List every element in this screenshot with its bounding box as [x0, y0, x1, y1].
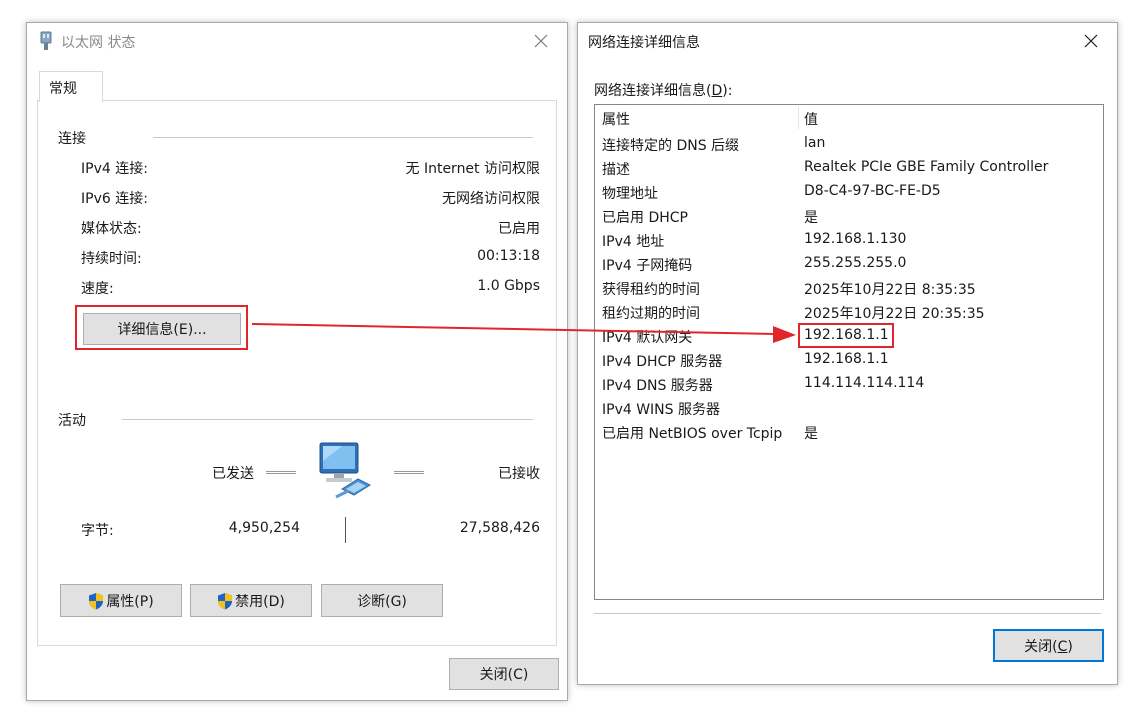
bytes-divider [345, 517, 346, 543]
list-item-value: 192.168.1.1 [804, 351, 889, 367]
list-item-property: IPv4 子网掩码 [602, 258, 693, 274]
list-item-property: IPv4 DNS 服务器 [602, 378, 713, 394]
duration-label: 持续时间: [81, 251, 142, 267]
list-item[interactable]: 获得租约的时间 2025年10月22日 8:35:35 [595, 275, 1103, 299]
uac-shield-icon [218, 592, 233, 609]
list-item-property: 描述 [602, 162, 630, 178]
details-separator [594, 613, 1101, 614]
speed-label: 速度: [81, 281, 114, 297]
column-divider[interactable] [798, 107, 799, 129]
list-item-property: IPv4 默认网关 [602, 330, 693, 346]
bytes-label: 字节: [81, 523, 114, 539]
status-close-button[interactable]: 关闭(C) [449, 658, 559, 690]
activity-group-label: 活动 [58, 413, 86, 429]
connection-group-label: 连接 [58, 131, 86, 147]
list-item[interactable]: IPv4 DHCP 服务器 192.168.1.1 [595, 347, 1103, 371]
list-item[interactable]: 已启用 NetBIOS over Tcpip 是 [595, 419, 1103, 443]
ipv4-connectivity-label: IPv4 连接: [81, 161, 148, 177]
status-close-button-label: 关闭(C) [479, 667, 529, 683]
list-item-value: 255.255.255.0 [804, 255, 907, 271]
column-header-property[interactable]: 属性 [602, 109, 630, 129]
ethernet-status-window: 以太网 状态 常规 连接 IPv4 连接: 无 Internet 访问权限 IP… [26, 22, 568, 701]
diagnose-button-label: 诊断(G) [357, 593, 407, 610]
duration-value: 00:13:18 [477, 248, 540, 264]
list-item-property: 已启用 NetBIOS over Tcpip [602, 426, 783, 442]
list-item-value: Realtek PCIe GBE Family Controller [804, 159, 1049, 175]
list-item[interactable]: 连接特定的 DNS 后缀 lan [595, 131, 1103, 155]
window-title: 以太网 状态 [61, 35, 136, 51]
bytes-received-value: 27,588,426 [459, 520, 540, 536]
ipv4-connectivity-value: 无 Internet 访问权限 [405, 161, 541, 177]
title-bar[interactable]: 以太网 状态 [27, 23, 567, 59]
list-item-property: 租约过期的时间 [602, 306, 700, 322]
uac-shield-icon [89, 592, 104, 609]
column-header-value[interactable]: 值 [804, 109, 818, 129]
list-item-value: 114.114.114.114 [804, 375, 925, 391]
network-computer-icon [312, 441, 376, 503]
diagnose-button[interactable]: 诊断(G) [321, 584, 443, 617]
details-list-view[interactable]: 属性 值 连接特定的 DNS 后缀 lan 描述 Realtek PCIe GBE F… [594, 104, 1104, 600]
details-list-label: 网络连接详细信息(D): [594, 83, 733, 99]
media-state-label: 媒体状态: [81, 221, 142, 237]
close-icon[interactable] [519, 23, 563, 59]
disable-button[interactable]: 禁用(D) [190, 584, 312, 617]
list-item[interactable]: 物理地址 D8-C4-97-BC-FE-D5 [595, 179, 1103, 203]
details-button-highlight [75, 305, 248, 350]
list-item[interactable]: IPv4 DNS 服务器 114.114.114.114 [595, 371, 1103, 395]
details-close-button[interactable]: 关闭(C) [993, 629, 1104, 662]
list-item-property: 连接特定的 DNS 后缀 [602, 138, 740, 154]
properties-button[interactable]: 属性(P) [60, 584, 182, 617]
received-label: 已接收 [498, 466, 540, 482]
list-item-value: lan [804, 135, 826, 151]
list-item-value: 是 [804, 210, 818, 226]
list-item-value: 2025年10月22日 8:35:35 [804, 282, 976, 298]
activity-group-divider [122, 419, 533, 420]
tab-general-label: 常规 [49, 81, 77, 97]
speed-value: 1.0 Gbps [477, 278, 540, 294]
list-item[interactable]: IPv4 子网掩码 255.255.255.0 [595, 251, 1103, 275]
list-item[interactable]: 租约过期的时间 2025年10月22日 20:35:35 [595, 299, 1103, 323]
list-item-property: IPv4 地址 [602, 234, 665, 250]
list-item-property: IPv4 WINS 服务器 [602, 402, 720, 418]
disable-button-label: 禁用(D) [235, 593, 285, 610]
list-item[interactable]: IPv4 WINS 服务器 [595, 395, 1103, 419]
list-item[interactable]: IPv4 地址 192.168.1.130 [595, 227, 1103, 251]
list-item-value: D8-C4-97-BC-FE-D5 [804, 183, 941, 199]
details-close-button-label: 关闭(C) [1024, 638, 1073, 655]
bytes-sent-value: 4,950,254 [228, 520, 300, 536]
general-tab-panel: 连接 IPv4 连接: 无 Internet 访问权限 IPv6 连接: 无网络… [37, 100, 557, 646]
list-item-value: 192.168.1.130 [804, 231, 907, 247]
list-header: 属性 值 [595, 105, 1103, 131]
tab-general[interactable]: 常规 [39, 71, 103, 102]
ethernet-icon [39, 31, 53, 51]
list-item-property: 物理地址 [602, 186, 658, 202]
list-item-property: IPv4 DHCP 服务器 [602, 354, 723, 370]
properties-button-label: 属性(P) [106, 593, 154, 610]
close-icon[interactable] [1069, 23, 1113, 59]
list-item-property: 获得租约的时间 [602, 282, 700, 298]
ipv6-connectivity-label: IPv6 连接: [81, 191, 148, 207]
sent-label: 已发送 [212, 466, 254, 482]
connection-group-divider [153, 137, 533, 138]
list-item-value: 2025年10月22日 20:35:35 [804, 306, 985, 322]
default-gateway-highlight [798, 323, 894, 348]
ipv6-connectivity-value: 无网络访问权限 [442, 191, 540, 207]
list-item[interactable]: 已启用 DHCP 是 [595, 203, 1103, 227]
list-item[interactable]: 描述 Realtek PCIe GBE Family Controller [595, 155, 1103, 179]
list-item-value: 是 [804, 426, 818, 442]
received-line [394, 471, 424, 474]
title-bar[interactable]: 网络连接详细信息 [578, 23, 1117, 59]
list-item-property: 已启用 DHCP [602, 210, 688, 226]
window-title: 网络连接详细信息 [588, 35, 700, 51]
network-connection-details-window: 网络连接详细信息 网络连接详细信息(D): 属性 值 连接特定的 DNS 后缀 l… [577, 22, 1118, 685]
sent-line [266, 471, 296, 474]
media-state-value: 已启用 [498, 221, 540, 237]
